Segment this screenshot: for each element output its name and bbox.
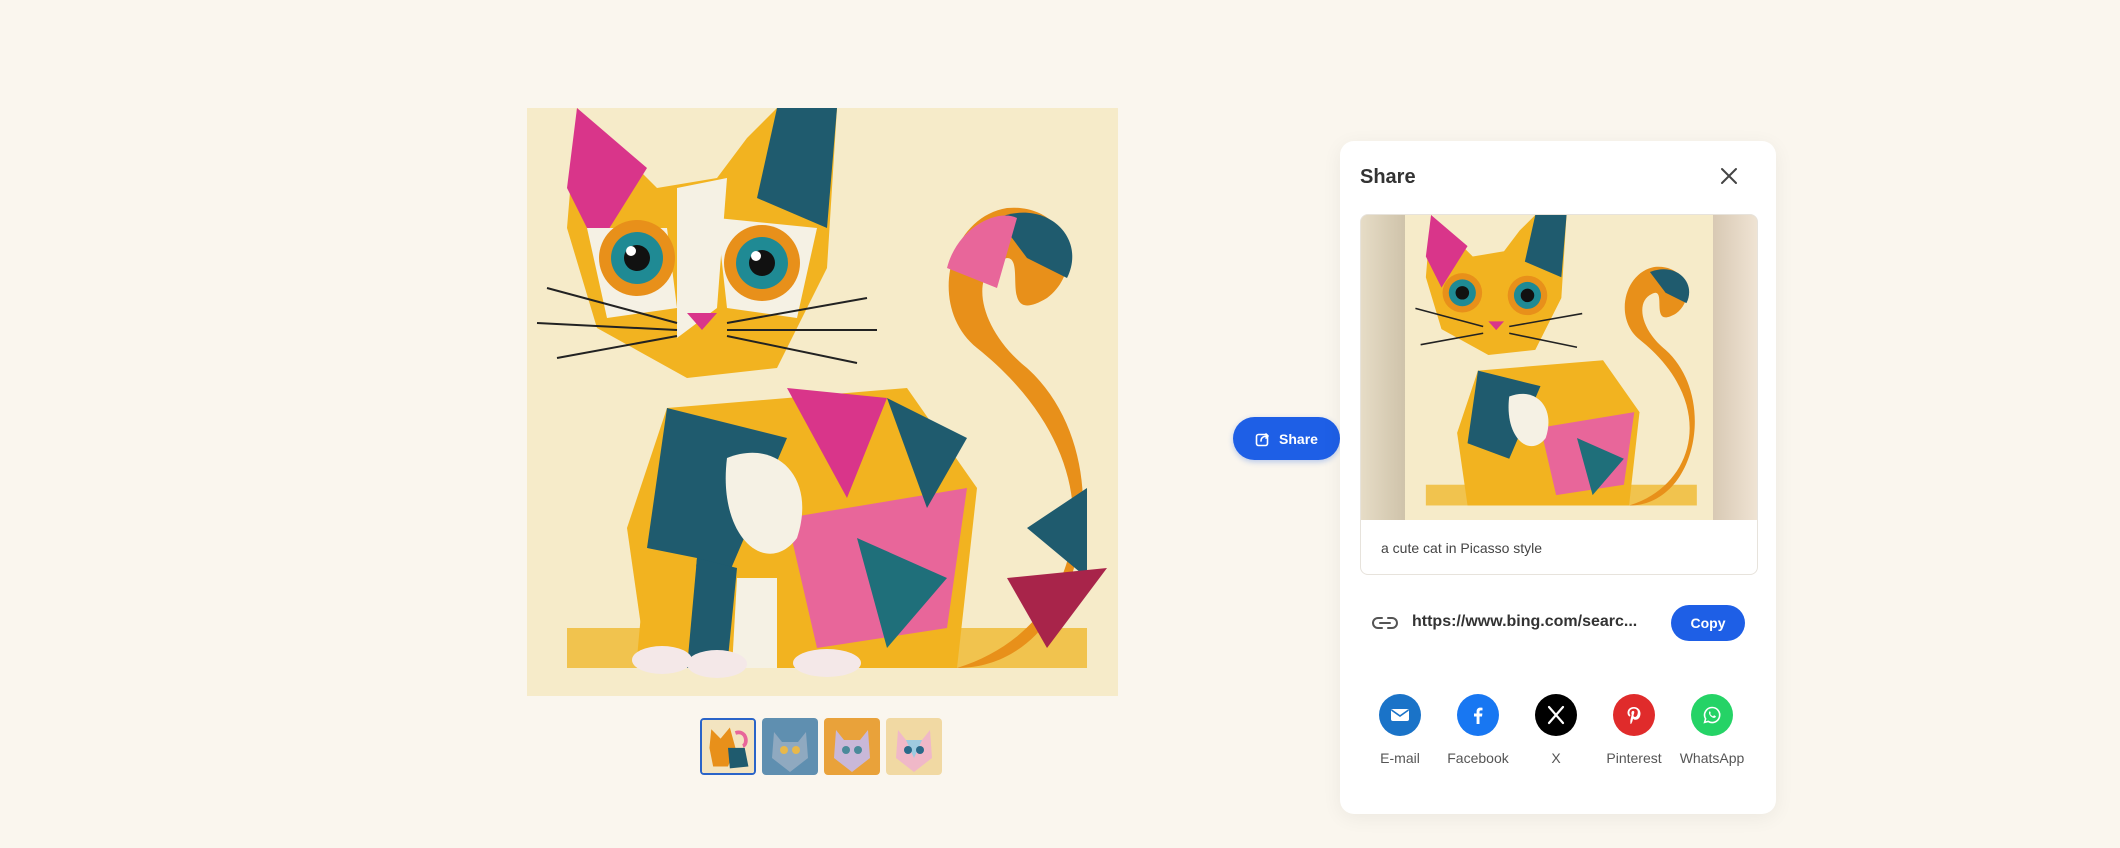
cat-artwork [527, 108, 1118, 696]
social-share-options: E-mail Facebook X Pinterest WhatsApp [1360, 694, 1760, 774]
share-button-label: Share [1279, 430, 1318, 447]
thumbnail-1-image [702, 720, 754, 773]
share-panel: Share a cute cat in Picasso style https:… [1340, 141, 1776, 814]
thumbnail-4[interactable] [886, 718, 942, 775]
close-button[interactable] [1718, 165, 1740, 187]
thumbnail-3[interactable] [824, 718, 880, 775]
link-icon [1372, 617, 1398, 629]
pinterest-icon-glyph [1627, 707, 1641, 724]
generated-image[interactable] [527, 108, 1118, 696]
preview-blur-right [1713, 215, 1757, 520]
preview-artwork-frame [1405, 215, 1713, 520]
preview-card: a cute cat in Picasso style [1360, 214, 1758, 575]
x-icon-glyph [1547, 705, 1565, 725]
preview-artwork [1405, 215, 1713, 520]
share-facebook[interactable]: Facebook [1438, 694, 1518, 766]
whatsapp-icon [1691, 694, 1733, 736]
share-x-label: X [1551, 750, 1561, 766]
preview-blur-left [1361, 215, 1405, 520]
pinterest-icon [1613, 694, 1655, 736]
copy-button[interactable]: Copy [1671, 605, 1745, 641]
panel-title: Share [1360, 166, 1416, 188]
share-facebook-label: Facebook [1447, 750, 1509, 766]
preview-image [1361, 215, 1757, 520]
thumbnail-2-image [762, 718, 818, 775]
share-pinterest-label: Pinterest [1606, 750, 1662, 766]
email-icon [1379, 694, 1421, 736]
facebook-icon [1457, 694, 1499, 736]
thumbnail-3-image [824, 718, 880, 775]
thumbnail-1[interactable] [700, 718, 756, 775]
thumbnail-strip [700, 718, 942, 775]
whatsapp-icon-glyph [1703, 706, 1721, 724]
share-link-text[interactable]: https://www.bing.com/searc... [1412, 613, 1642, 631]
facebook-icon-glyph [1474, 707, 1483, 724]
thumbnail-2[interactable] [762, 718, 818, 775]
share-pinterest[interactable]: Pinterest [1594, 694, 1674, 766]
share-whatsapp-label: WhatsApp [1679, 750, 1745, 766]
image-viewer: Share Share a cute cat in Picasso style … [0, 0, 2120, 848]
preview-caption: a cute cat in Picasso style [1381, 540, 1543, 556]
email-icon-glyph [1391, 709, 1409, 721]
close-icon [1721, 168, 1737, 184]
link-row: https://www.bing.com/searc... Copy [1360, 603, 1756, 643]
x-icon [1535, 694, 1577, 736]
share-x[interactable]: X [1516, 694, 1596, 766]
share-whatsapp[interactable]: WhatsApp [1672, 694, 1752, 766]
share-icon [1255, 432, 1269, 446]
share-email-label: E-mail [1380, 750, 1420, 766]
share-email[interactable]: E-mail [1360, 694, 1440, 766]
thumbnail-4-image [886, 718, 942, 775]
share-button[interactable]: Share [1233, 417, 1340, 460]
